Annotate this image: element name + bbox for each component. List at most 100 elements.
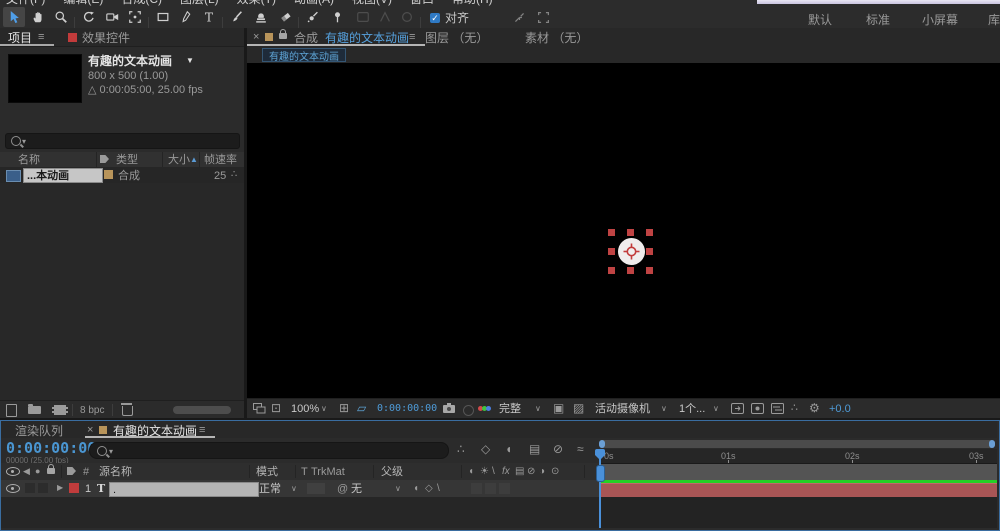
trkmat-column[interactable]: TrkMat bbox=[311, 467, 345, 478]
layer-expand-icon[interactable]: ▶ bbox=[57, 484, 63, 492]
always-preview-icon[interactable] bbox=[253, 403, 266, 414]
tab-composition-label[interactable]: 合成 bbox=[294, 32, 318, 44]
menu-effect[interactable]: 效果(T) bbox=[237, 0, 276, 5]
resolution-value[interactable]: 完整 bbox=[499, 404, 521, 415]
timeline-button-icon[interactable] bbox=[771, 403, 784, 414]
column-type[interactable]: 类型 bbox=[116, 155, 138, 166]
share-view-icon[interactable] bbox=[731, 403, 744, 414]
brush-tool[interactable] bbox=[226, 7, 248, 27]
view-layout-value[interactable]: 1个... bbox=[679, 404, 705, 415]
parent-dropdown-icon[interactable]: ∨ bbox=[395, 485, 401, 493]
magnification-dropdown-icon[interactable]: ∨ bbox=[321, 405, 327, 413]
motion-blur-icon[interactable]: ⊘ bbox=[553, 443, 563, 455]
snapshot-icon[interactable] bbox=[443, 405, 455, 413]
clone-stamp-tool[interactable] bbox=[250, 7, 272, 27]
close-tab-icon[interactable]: × bbox=[253, 32, 259, 43]
resolution-dropdown-icon[interactable]: ∨ bbox=[535, 405, 541, 413]
layer-video-toggle[interactable] bbox=[6, 484, 20, 493]
layer-duration-bar[interactable] bbox=[600, 483, 997, 498]
index-column[interactable]: # bbox=[83, 467, 89, 478]
tab-render-queue[interactable]: 渲染队列 bbox=[15, 425, 63, 437]
viewer-panel-menu-icon[interactable]: ≡ bbox=[409, 32, 415, 43]
layer-switch-box[interactable] bbox=[485, 483, 496, 494]
roto-brush-tool[interactable] bbox=[302, 7, 324, 27]
timeline-tab-close-icon[interactable]: × bbox=[87, 425, 93, 436]
timeline-search-dropdown-icon[interactable]: ▾ bbox=[109, 448, 113, 456]
new-composition-icon[interactable] bbox=[52, 405, 68, 415]
workspace-standard-button[interactable]: 标准 bbox=[866, 14, 890, 26]
region-of-interest-icon[interactable]: ▣ bbox=[553, 402, 564, 414]
search-dropdown-icon[interactable]: ▾ bbox=[22, 138, 26, 146]
video-column-icon[interactable] bbox=[6, 467, 20, 476]
selection-handle[interactable] bbox=[608, 229, 615, 236]
camera-view-dropdown-icon[interactable]: ∨ bbox=[661, 405, 667, 413]
comp-info-dropdown-icon[interactable]: ▼ bbox=[186, 57, 194, 65]
tab-layer[interactable]: 图层 （无） bbox=[425, 32, 488, 44]
exposure-value[interactable]: +0.0 bbox=[829, 404, 851, 415]
threed-switch-icon[interactable]: ⊙ bbox=[551, 467, 559, 477]
trkmat-t-column[interactable]: T bbox=[301, 467, 308, 478]
rectangle-tool[interactable] bbox=[152, 7, 174, 27]
workspace-library-button[interactable]: 库 bbox=[988, 14, 1000, 26]
layer-solo-toggle[interactable] bbox=[38, 483, 48, 493]
camera-view-value[interactable]: 活动摄像机 bbox=[595, 404, 650, 415]
workspace-small-screen-button[interactable]: 小屏幕 bbox=[922, 14, 958, 26]
layer-name-edit-field[interactable]: . bbox=[109, 482, 259, 497]
delete-icon[interactable] bbox=[122, 406, 133, 416]
view-layout-dropdown-icon[interactable]: ∨ bbox=[713, 405, 719, 413]
hide-shy-layers-icon[interactable]: ◖ bbox=[505, 443, 512, 455]
menu-edit[interactable]: 编辑(E) bbox=[63, 0, 103, 5]
graph-editor-icon[interactable]: ≈ bbox=[577, 443, 584, 455]
viewer-timecode[interactable]: 0:00:00:00 bbox=[377, 404, 437, 414]
timeline-navigator[interactable] bbox=[599, 440, 995, 448]
selection-handle[interactable] bbox=[608, 267, 615, 274]
navigator-left-handle[interactable] bbox=[599, 440, 605, 448]
tab-project[interactable]: 项目 bbox=[8, 32, 32, 44]
zoom-tool[interactable] bbox=[50, 7, 72, 27]
column-name[interactable]: 名称 bbox=[18, 155, 40, 166]
parent-pickwhip-icon[interactable]: @ bbox=[337, 484, 348, 495]
item-name-edit-field[interactable]: ...本动画 bbox=[23, 168, 103, 183]
exposure-gear-icon[interactable]: ⚙ bbox=[809, 402, 820, 414]
current-timecode[interactable]: 0:00:00:00 bbox=[6, 441, 96, 456]
comp-info-name[interactable]: 有趣的文本动画 bbox=[88, 55, 172, 67]
lock-column-icon[interactable] bbox=[47, 468, 55, 474]
composition-viewport[interactable] bbox=[247, 63, 1000, 398]
project-item-row[interactable]: ...本动画 合成 25 ∴ bbox=[0, 167, 244, 183]
align-checkbox-icon[interactable]: ✓ bbox=[430, 13, 440, 23]
mask-visibility-icon[interactable]: ▱ bbox=[357, 402, 366, 414]
tab-composition-name[interactable]: 有趣的文本动画 bbox=[325, 32, 409, 44]
timeline-search-input[interactable]: ▾ bbox=[89, 442, 449, 459]
align-toggle[interactable]: ✓ 对齐 bbox=[430, 12, 469, 24]
navigator-right-handle[interactable] bbox=[989, 440, 995, 448]
shrink-icon[interactable] bbox=[508, 7, 530, 27]
layer-shy-switch[interactable]: ◖ bbox=[413, 484, 419, 494]
column-label-icon[interactable] bbox=[100, 155, 109, 163]
selection-handle[interactable] bbox=[646, 267, 653, 274]
safe-margins-icon[interactable]: ⊞ bbox=[339, 402, 349, 414]
column-framerate[interactable]: 帧速率 bbox=[204, 155, 237, 166]
frame-blend-switch-icon[interactable]: ▤ bbox=[515, 467, 524, 477]
solo-column-icon[interactable]: ● bbox=[35, 467, 40, 476]
layer-switch-box[interactable] bbox=[471, 483, 482, 494]
menu-layer[interactable]: 图层(L) bbox=[180, 0, 219, 5]
workspace-default-button[interactable]: 默认 bbox=[808, 14, 832, 26]
layer-quality-switch[interactable]: ◇ bbox=[425, 484, 433, 494]
menu-window[interactable]: 窗口 bbox=[410, 0, 434, 5]
quality-switch-icon[interactable]: \ bbox=[492, 467, 495, 477]
show-snapshot-icon[interactable] bbox=[463, 405, 474, 416]
sort-ascending-icon[interactable]: ▲ bbox=[190, 156, 198, 164]
selection-handle[interactable] bbox=[627, 267, 634, 274]
pixel-aspect-icon[interactable] bbox=[751, 403, 764, 414]
column-size[interactable]: 大小 bbox=[168, 155, 190, 166]
selection-handle[interactable] bbox=[608, 248, 615, 255]
flowchart-view-icon[interactable]: ∴ bbox=[791, 403, 798, 414]
playhead-line[interactable] bbox=[599, 449, 601, 528]
parent-column[interactable]: 父级 bbox=[381, 467, 403, 478]
motion-blur-switch-icon[interactable]: ⊘ bbox=[527, 467, 535, 477]
playhead-handle[interactable] bbox=[596, 465, 605, 482]
time-ruler[interactable]: 0s 01s 02s 03s bbox=[599, 449, 997, 464]
transparency-grid-icon[interactable]: ▨ bbox=[573, 402, 584, 414]
bit-depth-button[interactable]: 8 bpc bbox=[80, 406, 104, 416]
magnification-value[interactable]: 100% bbox=[291, 404, 319, 415]
